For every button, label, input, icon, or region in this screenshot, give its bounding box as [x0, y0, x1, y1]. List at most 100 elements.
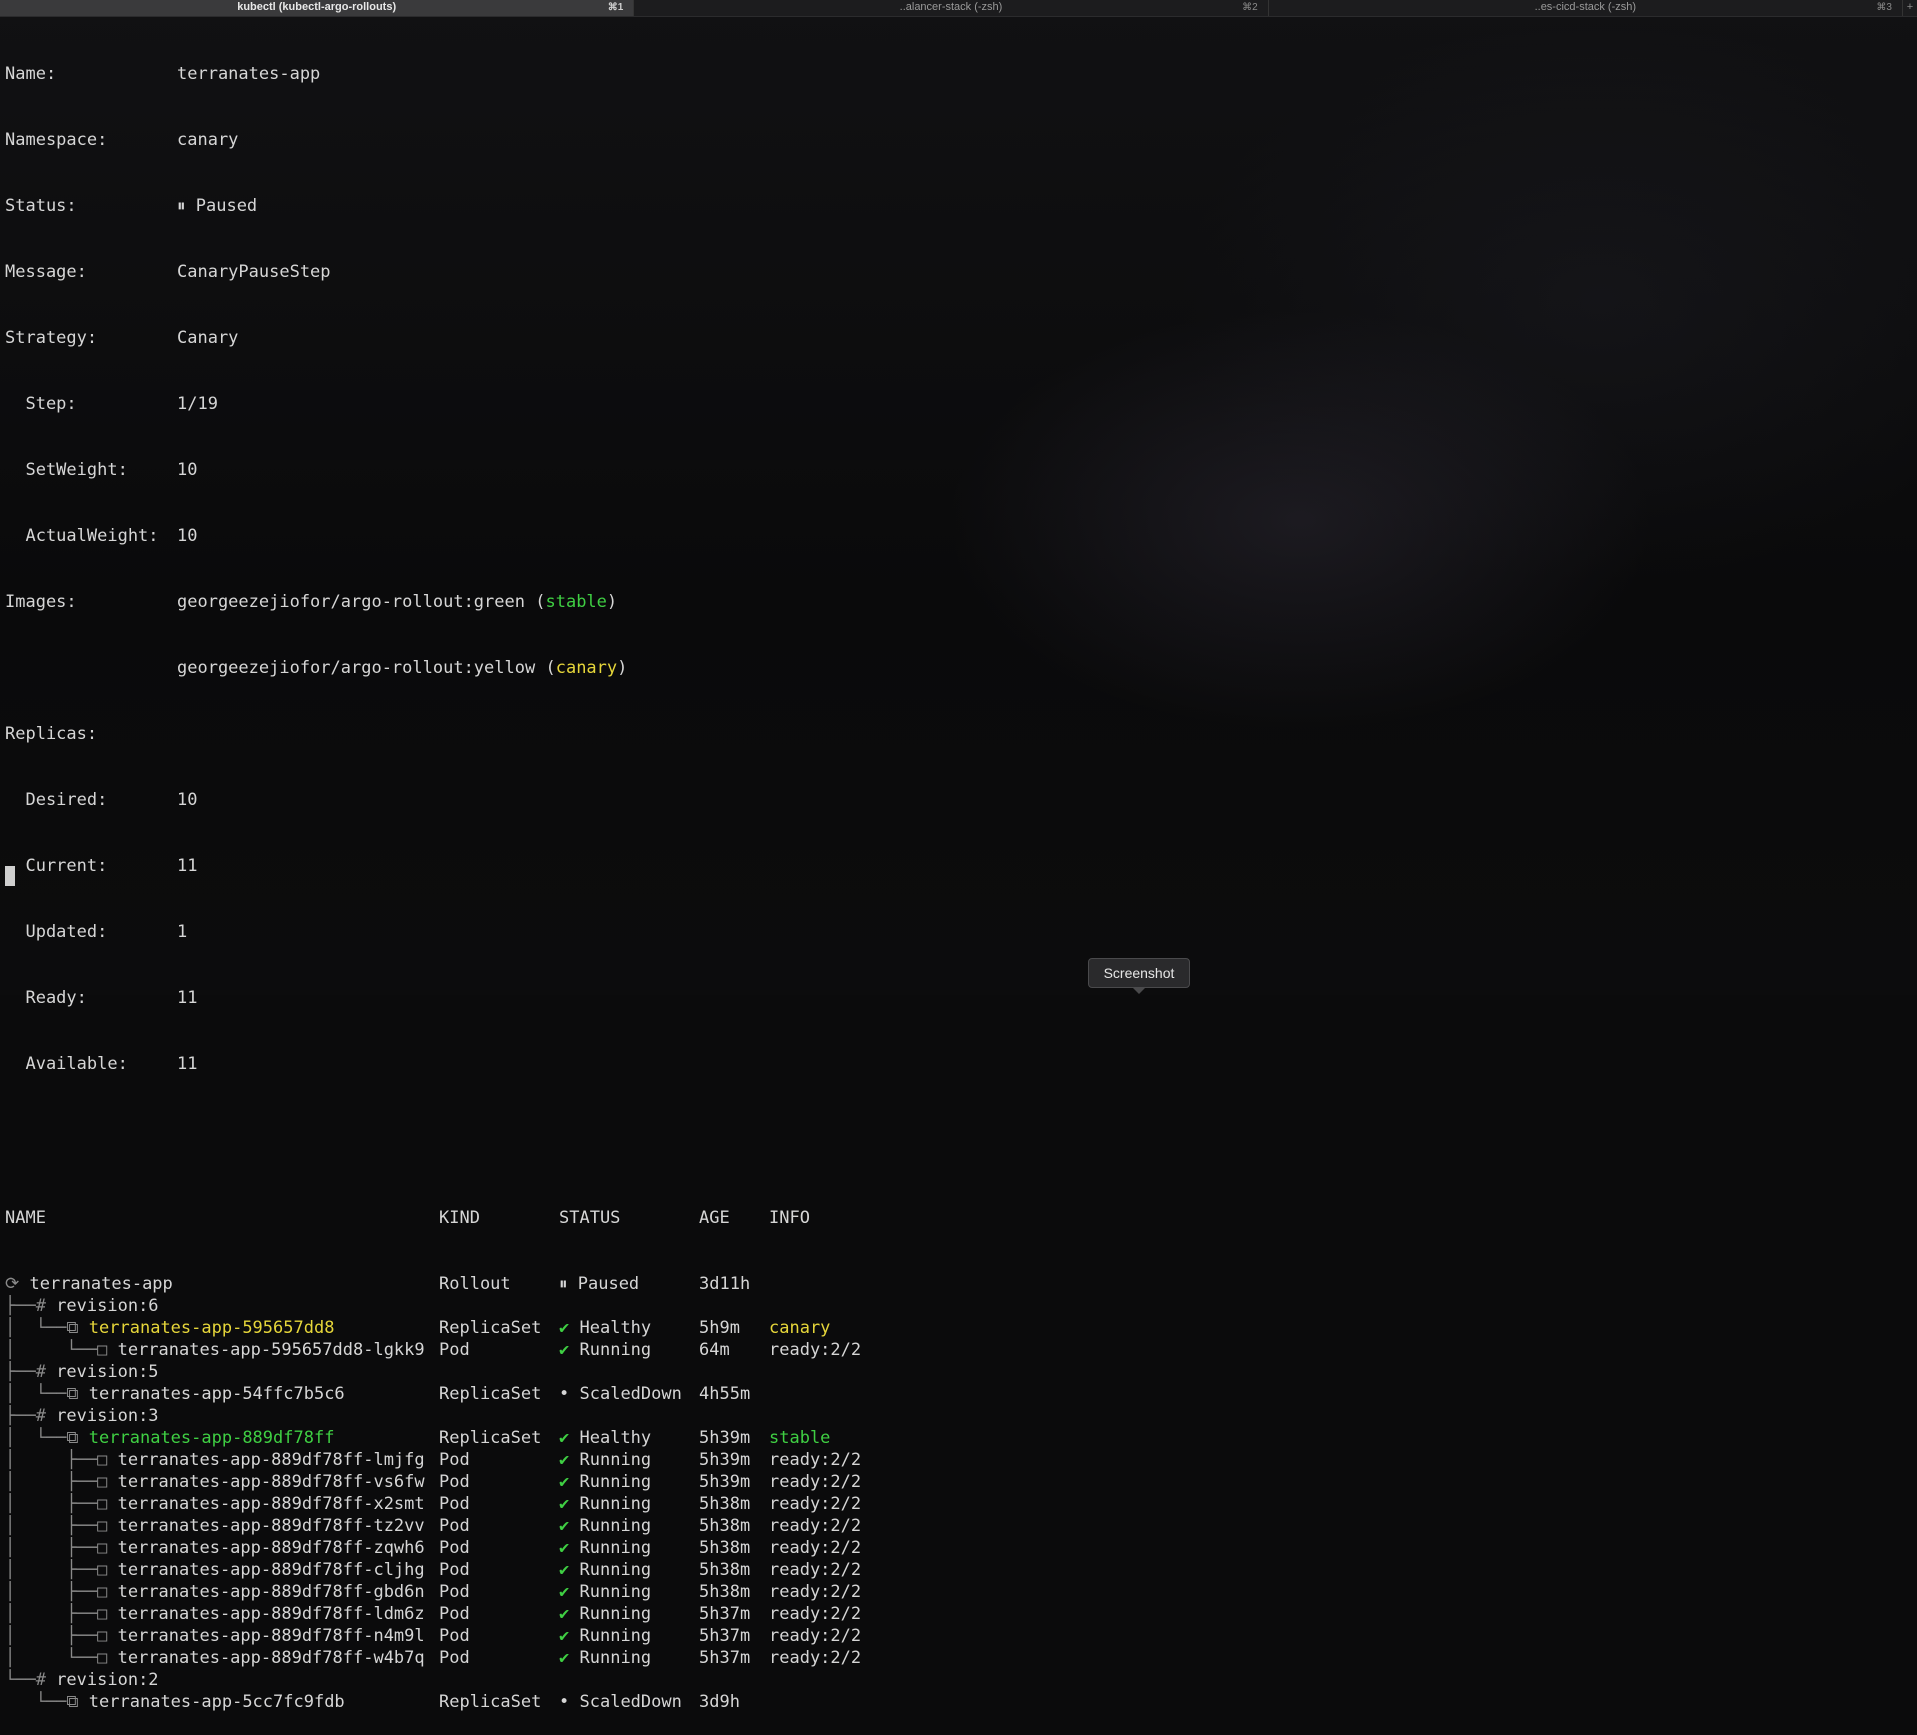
- row-kind: Pod: [439, 1560, 470, 1580]
- table-row: ├──# revision:3: [5, 1405, 1005, 1427]
- image-name: georgeezejiofor/argo-rollout:green: [177, 592, 525, 612]
- tree-branch-icon: │ ├──□: [5, 1516, 118, 1536]
- row-info: ready:2/2: [769, 1604, 862, 1624]
- row-kind: Pod: [439, 1626, 470, 1646]
- table-row: │ ├──□ terranates-app-889df78ff-tz2vv Pod…: [5, 1515, 1005, 1537]
- row-status: ScaledDown: [579, 1692, 682, 1712]
- new-tab-button[interactable]: +: [1903, 0, 1917, 16]
- updated-line: Updated: 1: [5, 921, 1005, 943]
- table-row: │ ├──□ terranates-app-889df78ff-gbd6n Pod…: [5, 1581, 1005, 1603]
- table-row: ⟳ terranates-app Rollout ⏸ Paused 3d11h: [5, 1273, 1005, 1295]
- row-status-cell: ⏸ Paused: [559, 1273, 699, 1295]
- col-kind-header: KIND: [439, 1208, 480, 1228]
- row-name: terranates-app-54ffc7b5c6: [88, 1384, 345, 1404]
- setweight-label: SetWeight:: [5, 460, 128, 480]
- row-status: Running: [579, 1648, 652, 1668]
- row-name-cell: │ ├──□ terranates-app-889df78ff-vs6fw: [5, 1471, 439, 1493]
- tab-alancer-stack[interactable]: ..alancer-stack (-zsh) ⌘2: [634, 0, 1269, 16]
- row-status-cell: • ScaledDown: [559, 1691, 699, 1713]
- row-name-cell: │ ├──□ terranates-app-889df78ff-zqwh6: [5, 1537, 439, 1559]
- status-label: Status:: [5, 196, 77, 216]
- row-name: terranates-app: [29, 1274, 173, 1294]
- row-kind: Pod: [439, 1604, 470, 1624]
- row-name-cell: │ └──□ terranates-app-889df78ff-w4b7q: [5, 1647, 439, 1669]
- row-info: ready:2/2: [769, 1648, 862, 1668]
- col-name-header: NAME: [5, 1208, 46, 1228]
- table-row: └──# revision:2: [5, 1669, 1005, 1691]
- tab-label: kubectl (kubectl-argo-rollouts): [237, 1, 397, 13]
- status-icon: ⏸: [559, 1274, 568, 1294]
- row-info: ready:2/2: [769, 1560, 862, 1580]
- row-status: Running: [579, 1450, 652, 1470]
- row-name-cell: │ ├──□ terranates-app-889df78ff-n4m9l: [5, 1625, 439, 1647]
- rollout-tree: ⟳ terranates-app Rollout ⏸ Paused 3d11h ├──#…: [5, 1273, 1005, 1713]
- row-kind: Pod: [439, 1340, 470, 1360]
- table-row: └──⧉ terranates-app-5cc7fc9fdb ReplicaSet…: [5, 1691, 1005, 1713]
- row-age: 64m: [699, 1340, 730, 1360]
- message-label: Message:: [5, 262, 87, 282]
- tree-branch-icon: │ └──⧉: [5, 1428, 89, 1448]
- namespace-value: canary: [177, 130, 239, 150]
- row-kind: Pod: [439, 1494, 470, 1514]
- available-line: Available: 11: [5, 1053, 1005, 1075]
- row-name: revision:2: [56, 1670, 159, 1690]
- updated-label: Updated:: [5, 922, 108, 942]
- name-line: Name: terranates-app: [5, 63, 1005, 85]
- row-status-cell: ✔ Running: [559, 1647, 699, 1669]
- status-icon: ✔: [559, 1560, 570, 1580]
- tree-branch-icon: └──⧉: [5, 1692, 89, 1712]
- tree-branch-icon: │ └──⧉: [5, 1384, 89, 1404]
- row-age: 4h55m: [699, 1384, 751, 1404]
- row-kind: Pod: [439, 1472, 470, 1492]
- table-row: │ └──□ terranates-app-889df78ff-w4b7q Pod…: [5, 1647, 1005, 1669]
- tree-branch-icon: │ ├──□: [5, 1604, 118, 1624]
- row-status-cell: ✔ Running: [559, 1625, 699, 1647]
- row-name-cell: │ ├──□ terranates-app-889df78ff-tz2vv: [5, 1515, 439, 1537]
- table-row: │ ├──□ terranates-app-889df78ff-lmjfg Pod…: [5, 1449, 1005, 1471]
- tree-branch-icon: │ ├──□: [5, 1472, 118, 1492]
- row-name-cell: │ └──⧉ terranates-app-595657dd8: [5, 1317, 439, 1339]
- row-age: 5h37m: [699, 1648, 751, 1668]
- row-name: terranates-app-889df78ff-x2smt: [117, 1494, 425, 1514]
- desired-line: Desired: 10: [5, 789, 1005, 811]
- row-name: terranates-app-595657dd8-lgkk9: [117, 1340, 425, 1360]
- status-icon: ✔: [559, 1340, 570, 1360]
- row-name-cell: │ ├──□ terranates-app-889df78ff-cljhg: [5, 1559, 439, 1581]
- row-age: 5h37m: [699, 1626, 751, 1646]
- tab-cicd-stack[interactable]: ..es-cicd-stack (-zsh) ⌘3: [1269, 0, 1903, 16]
- row-age: 3d9h: [699, 1692, 740, 1712]
- row-status: Running: [579, 1626, 652, 1646]
- row-name: revision:3: [56, 1406, 159, 1426]
- row-status: Running: [579, 1516, 652, 1536]
- tree-branch-icon: ⟳: [5, 1274, 30, 1294]
- actualweight-line: ActualWeight: 10: [5, 525, 1005, 547]
- setweight-line: SetWeight: 10: [5, 459, 1005, 481]
- row-age: 5h39m: [699, 1428, 751, 1448]
- row-status-cell: ✔ Running: [559, 1339, 699, 1361]
- row-kind: Pod: [439, 1582, 470, 1602]
- tab-label: ..es-cicd-stack (-zsh): [1534, 1, 1637, 13]
- images-line: Images: georgeezejiofor/argo-rollout:gree…: [5, 592, 618, 612]
- table-row: │ ├──□ terranates-app-889df78ff-zqwh6 Pod…: [5, 1537, 1005, 1559]
- ready-line: Ready: 11: [5, 987, 1005, 1009]
- row-name-cell: └──⧉ terranates-app-5cc7fc9fdb: [5, 1691, 439, 1713]
- table-header: NAME KIND STATUS AGE INFO: [5, 1207, 1005, 1229]
- namespace-label: Namespace:: [5, 130, 108, 150]
- row-name-cell: └──# revision:2: [5, 1669, 439, 1691]
- row-name: terranates-app-889df78ff-vs6fw: [117, 1472, 425, 1492]
- status-icon: ✔: [559, 1450, 570, 1470]
- row-name-cell: │ └──□ terranates-app-595657dd8-lgkk9: [5, 1339, 439, 1361]
- status-icon: ✔: [559, 1648, 570, 1668]
- tree-branch-icon: │ ├──□: [5, 1494, 118, 1514]
- tree-branch-icon: ├──#: [5, 1362, 57, 1382]
- row-info: ready:2/2: [769, 1516, 862, 1536]
- row-age: 3d11h: [699, 1274, 751, 1294]
- col-status-header: STATUS: [559, 1208, 621, 1228]
- terminal-output[interactable]: Name: terranates-app Namespace: canary Sta…: [5, 19, 1005, 1735]
- status-icon: ✔: [559, 1604, 570, 1624]
- row-name-cell: │ ├──□ terranates-app-889df78ff-x2smt: [5, 1493, 439, 1515]
- desired-label: Desired:: [5, 790, 108, 810]
- row-status: Healthy: [579, 1428, 652, 1448]
- desired-value: 10: [177, 790, 198, 810]
- tab-kubectl[interactable]: kubectl (kubectl-argo-rollouts) ⌘1: [0, 0, 635, 16]
